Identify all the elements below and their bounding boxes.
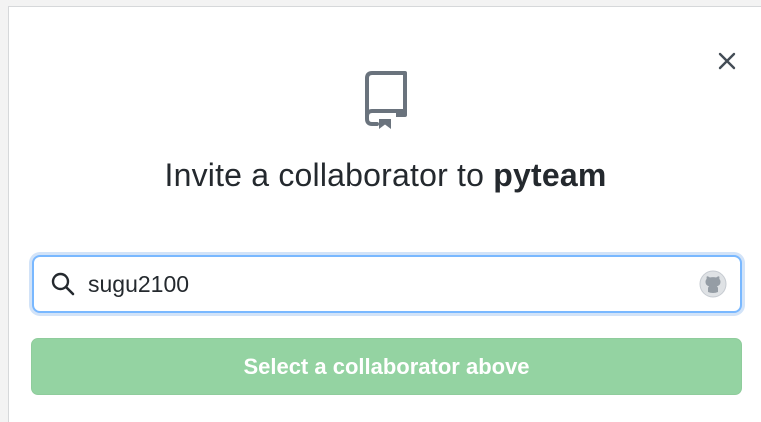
search-field[interactable] bbox=[32, 255, 742, 313]
close-icon bbox=[718, 52, 736, 70]
select-collaborator-button-label: Select a collaborator above bbox=[243, 353, 530, 379]
repo-icon bbox=[365, 71, 407, 129]
select-collaborator-button[interactable]: Select a collaborator above bbox=[31, 338, 742, 395]
dialog-title: Invite a collaborator to pyteam bbox=[9, 157, 761, 194]
search-input[interactable] bbox=[88, 264, 698, 304]
github-mark-icon bbox=[699, 270, 727, 298]
search-icon bbox=[51, 272, 75, 296]
repo-name: pyteam bbox=[493, 157, 607, 193]
title-prefix: Invite a collaborator to bbox=[164, 157, 485, 193]
invite-collaborator-dialog: Invite a collaborator to pyteam Select a… bbox=[8, 6, 761, 422]
close-button[interactable] bbox=[715, 49, 739, 73]
